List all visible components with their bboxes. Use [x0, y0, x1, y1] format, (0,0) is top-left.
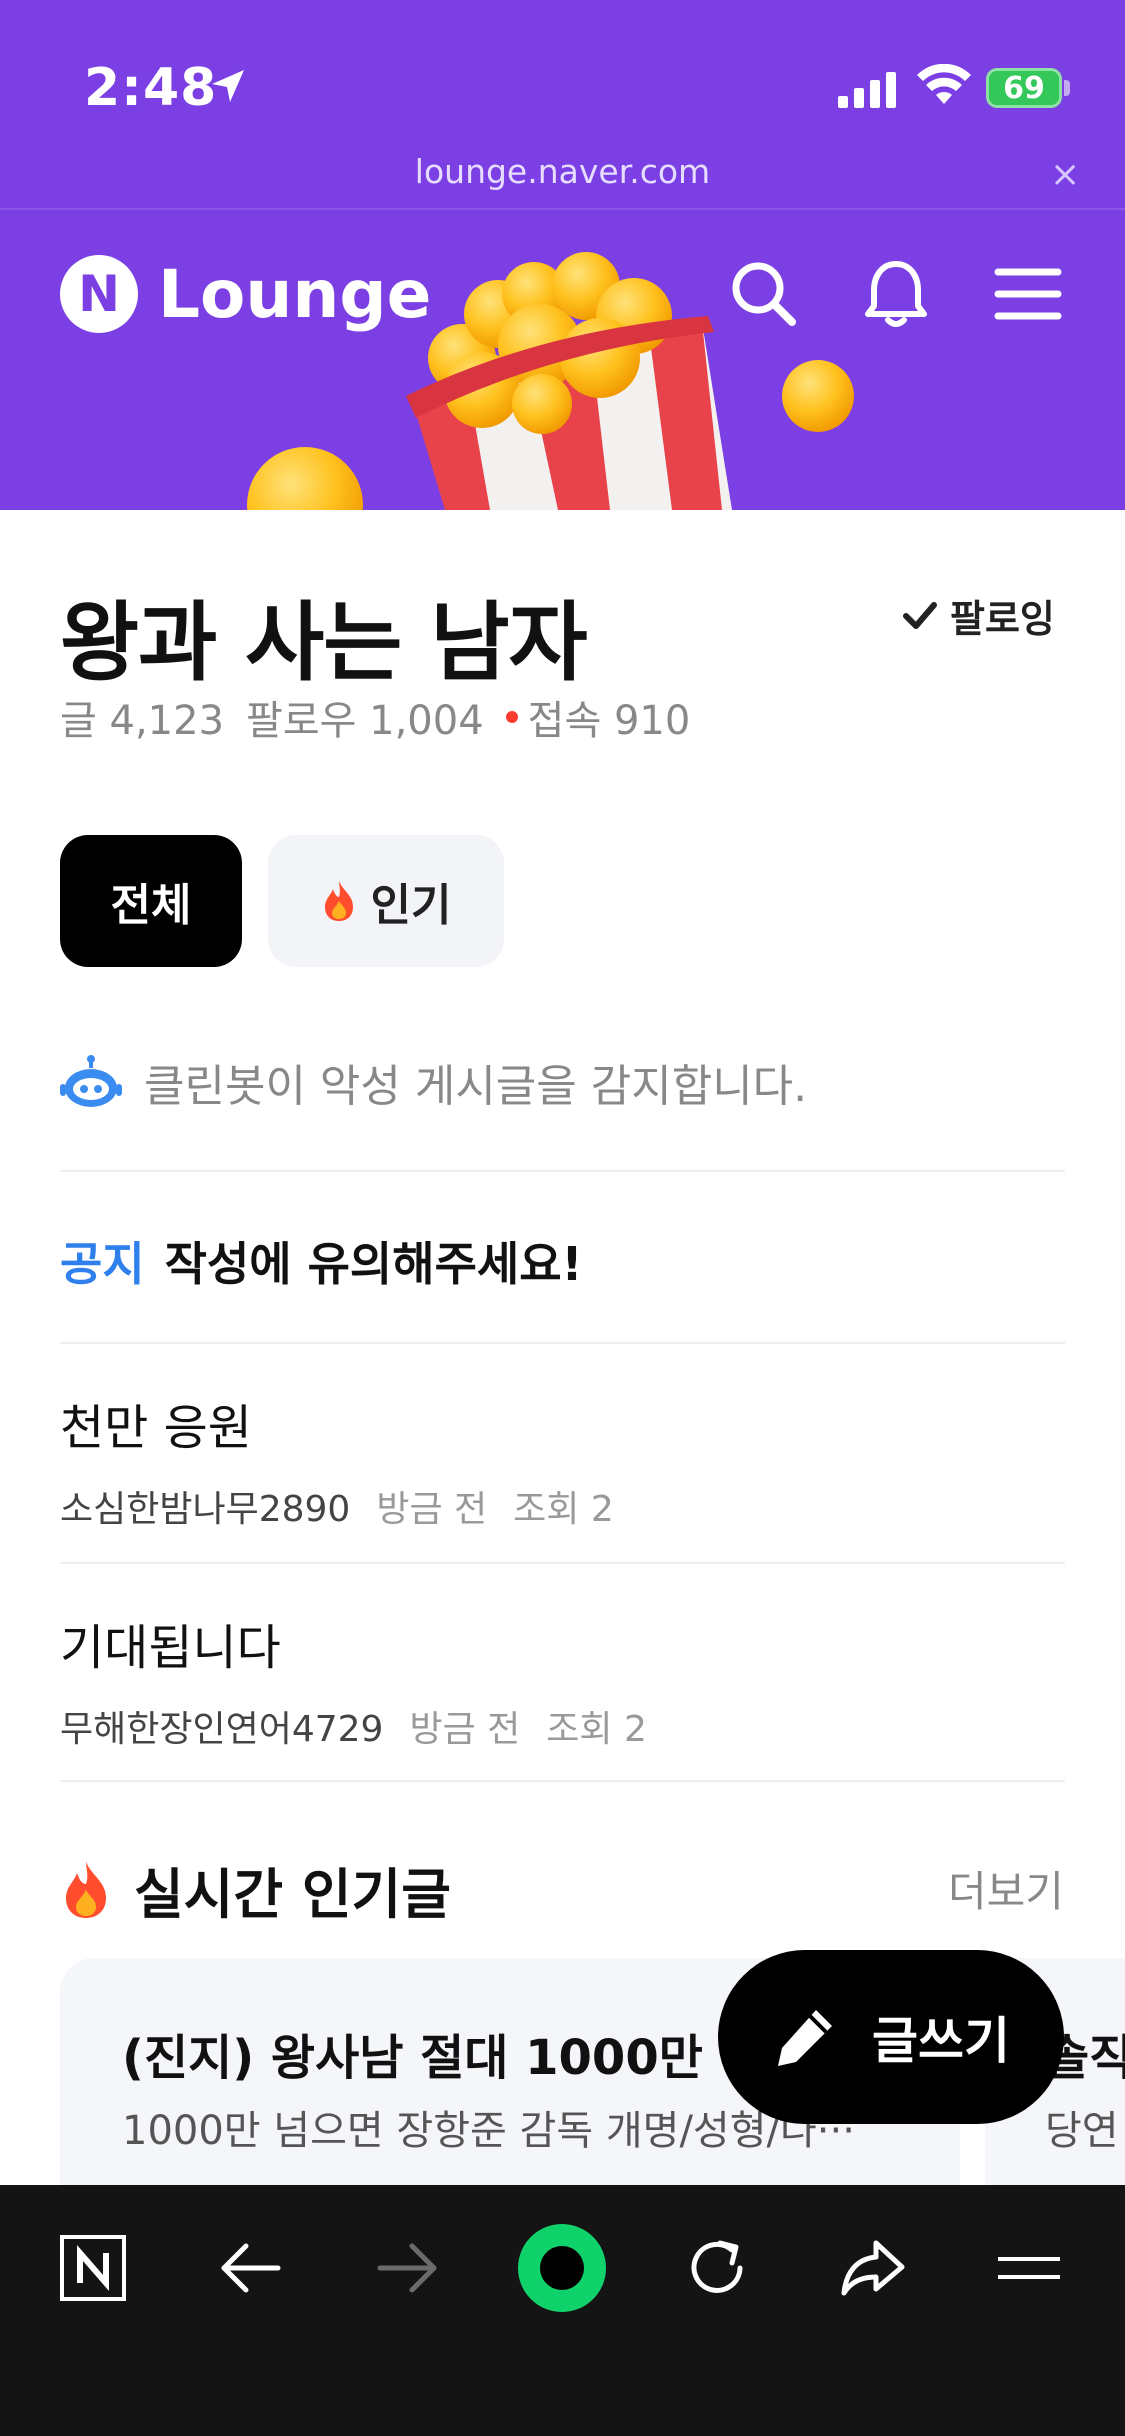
back-arrow-icon[interactable] — [206, 2223, 296, 2313]
post-time: 방금 전 — [376, 1489, 488, 1530]
more-link[interactable]: 더보기 — [948, 1858, 1064, 1919]
divider — [60, 1780, 1065, 1782]
post-author: 무해한장인연어4729 — [60, 1709, 384, 1750]
lounge-stats: 글 4,123 팔로우 1,004 접속 910 — [60, 688, 712, 746]
post-meta: 소심한밤나무2890 방금 전 조회 2 — [60, 1480, 1065, 1532]
divider — [60, 1342, 1065, 1344]
post-author: 소심한밤나무2890 — [60, 1489, 351, 1530]
following-label: 팔로잉 — [950, 596, 1055, 641]
browser-url-bar[interactable]: lounge.naver.com × — [0, 140, 1125, 210]
post-item[interactable]: 천만 응원 소심한밤나무2890 방금 전 조회 2 — [60, 1388, 1065, 1532]
cleanbot-banner: 클린봇이 악성 게시글을 감지합니다. — [60, 1050, 807, 1114]
fire-icon — [66, 1861, 106, 1918]
cleanbot-text: 클린봇이 악성 게시글을 감지합니다. — [144, 1061, 808, 1112]
url-text[interactable]: lounge.naver.com — [0, 152, 1125, 191]
naver-n-logo: N — [60, 255, 138, 333]
fire-icon — [324, 881, 353, 921]
status-time: 2:48 — [84, 58, 218, 118]
posts-count: 글 4,123 — [60, 698, 225, 744]
bell-icon[interactable] — [858, 256, 934, 332]
naver-home-icon[interactable] — [48, 2223, 138, 2313]
menu-icon[interactable] — [984, 2223, 1074, 2313]
card-snippet: 1000만 넘으면 장항준 감독 개명/성형/나··· — [122, 2108, 855, 2154]
realtime-title: 실시간 인기글 — [134, 1863, 451, 1926]
following-button[interactable]: 팔로잉 — [900, 580, 1055, 650]
post-views: 조회 2 — [513, 1489, 614, 1530]
online-count: 접속 910 — [527, 698, 691, 744]
write-post-button[interactable]: 글쓰기 — [718, 1950, 1064, 2124]
divider — [60, 1170, 1065, 1172]
location-arrow-icon — [212, 70, 244, 102]
online-dot — [505, 711, 518, 723]
post-meta: 무해한장인연어4729 방금 전 조회 2 — [60, 1700, 1065, 1752]
post-item[interactable]: 기대됩니다 무해한장인연어4729 방금 전 조회 2 — [60, 1608, 1065, 1752]
battery-indicator: 69 — [986, 68, 1062, 108]
filter-tabs: 전체 인기 — [60, 835, 530, 967]
card-snippet: 당연 — [1045, 2108, 1119, 2154]
divider — [60, 1562, 1065, 1564]
card-title: (진지) 왕사남 절대 1000만 넘 — [122, 2030, 764, 2086]
wifi-icon — [917, 64, 971, 104]
notice-tag: 공지 — [60, 1237, 145, 1291]
hamburger-menu-icon[interactable] — [990, 256, 1066, 332]
battery-tip — [1064, 80, 1070, 96]
tab-all[interactable]: 전체 — [60, 835, 242, 967]
notice-post[interactable]: 공지 작성에 유의해주세요! — [60, 1228, 583, 1294]
forward-arrow-icon[interactable] — [362, 2223, 452, 2313]
cleanbot-robot-icon — [60, 1055, 122, 1107]
share-icon[interactable] — [828, 2223, 918, 2313]
post-title: 기대됩니다 — [60, 1620, 281, 1676]
browser-toolbar — [0, 2185, 1125, 2436]
followers-count: 팔로우 1,004 — [246, 698, 484, 744]
lounge-content: 왕과 사는 남자 팔로잉 글 4,123 팔로우 1,004 접속 910 전체… — [0, 510, 1125, 2185]
realtime-popular-header: 실시간 인기글 — [60, 1850, 451, 1929]
top-header: 2:48 69 lounge.naver.com × N Lounge — [0, 0, 1125, 510]
refresh-icon[interactable] — [672, 2223, 762, 2313]
lounge-title: 왕과 사는 남자 — [60, 593, 588, 693]
check-icon — [903, 602, 937, 629]
search-icon[interactable] — [726, 256, 802, 332]
post-time: 방금 전 — [409, 1709, 521, 1750]
tab-popular-label: 인기 — [370, 880, 452, 931]
write-label: 글쓰기 — [872, 2012, 1010, 2070]
close-icon[interactable]: × — [1050, 154, 1080, 195]
post-views: 조회 2 — [546, 1709, 647, 1750]
cellular-signal-icon — [838, 72, 896, 108]
green-dot-icon[interactable] — [517, 2223, 607, 2313]
tab-popular[interactable]: 인기 — [268, 835, 504, 967]
post-title: 천만 응원 — [60, 1400, 252, 1456]
pencil-icon — [778, 2010, 832, 2066]
notice-title: 작성에 유의해주세요! — [164, 1237, 583, 1291]
